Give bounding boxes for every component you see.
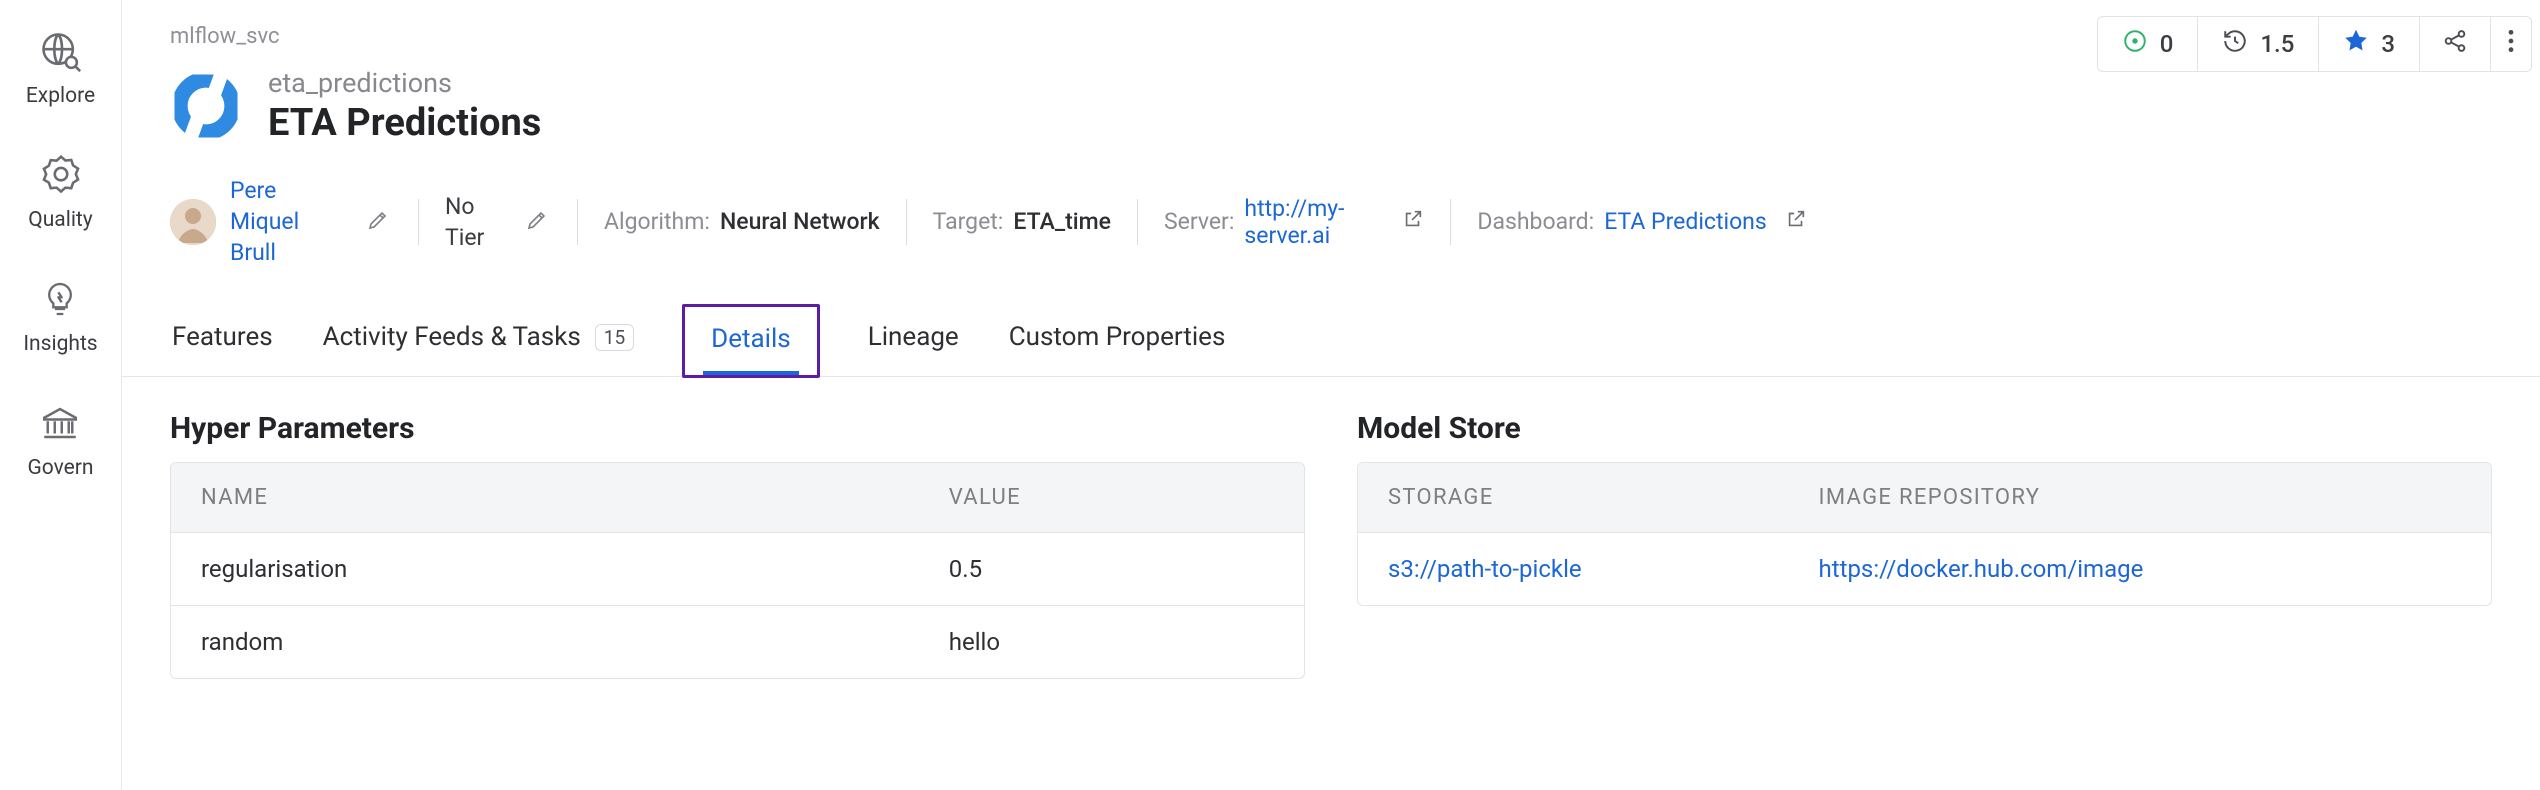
tab-details[interactable]: Details bbox=[682, 304, 820, 378]
col-header-name: NAME bbox=[171, 463, 919, 532]
stat-value: 3 bbox=[2381, 30, 2395, 58]
stat-issues[interactable]: 0 bbox=[2098, 17, 2199, 71]
pencil-icon bbox=[366, 208, 390, 236]
field-label: Server: bbox=[1164, 208, 1234, 235]
algorithm-field: Algorithm: Neural Network bbox=[604, 208, 880, 235]
entity-slug: eta_predictions bbox=[268, 67, 541, 99]
field-label: Dashboard: bbox=[1477, 208, 1594, 235]
page-title: ETA Predictions bbox=[268, 101, 541, 145]
divider bbox=[1450, 199, 1451, 245]
more-menu-button[interactable] bbox=[2491, 17, 2531, 71]
storage-link[interactable]: s3://path-to-pickle bbox=[1388, 555, 1582, 583]
model-store-table: STORAGE IMAGE REPOSITORY s3://path-to-pi… bbox=[1357, 462, 2492, 606]
server-field: Server: http://my-server.ai bbox=[1164, 195, 1424, 249]
stat-stars[interactable]: 3 bbox=[2319, 17, 2420, 71]
param-name: regularisation bbox=[171, 533, 919, 605]
sidebar-item-label: Govern bbox=[27, 456, 93, 480]
tab-label: Details bbox=[711, 324, 791, 354]
hyper-parameters-table: NAME VALUE regularisation 0.5 random hel… bbox=[170, 462, 1305, 679]
stat-value: 1.5 bbox=[2260, 30, 2294, 58]
edit-owner-button[interactable] bbox=[364, 208, 392, 236]
target-field: Target: ETA_time bbox=[933, 208, 1111, 235]
hyper-parameters-panel: Hyper Parameters NAME VALUE regularisati… bbox=[170, 411, 1305, 679]
tab-label: Features bbox=[172, 322, 273, 352]
owner-link[interactable]: Pere Miquel Brull bbox=[230, 175, 350, 268]
sidebar-item-explore[interactable]: Explore bbox=[26, 28, 95, 108]
table-row: random hello bbox=[171, 605, 1304, 678]
bulb-icon bbox=[37, 276, 83, 322]
globe-search-icon bbox=[37, 28, 83, 74]
tab-lineage[interactable]: Lineage bbox=[866, 302, 961, 376]
sidebar-item-label: Quality bbox=[28, 208, 92, 232]
stat-value: 0 bbox=[2160, 30, 2174, 58]
server-link[interactable]: http://my-server.ai bbox=[1244, 195, 1384, 249]
param-value: hello bbox=[919, 606, 1304, 678]
open-server-button[interactable] bbox=[1402, 208, 1424, 236]
tier-value: No Tier bbox=[445, 191, 509, 253]
pencil-icon bbox=[525, 208, 549, 236]
col-header-storage: STORAGE bbox=[1358, 463, 1789, 532]
bank-icon bbox=[37, 400, 83, 446]
sidebar-item-govern[interactable]: Govern bbox=[27, 400, 93, 480]
external-link-icon bbox=[1402, 208, 1424, 236]
share-button[interactable] bbox=[2420, 17, 2491, 71]
kebab-icon bbox=[2507, 28, 2515, 60]
model-logo-icon bbox=[170, 70, 242, 142]
param-name: random bbox=[171, 606, 919, 678]
panel-title: Hyper Parameters bbox=[170, 411, 1305, 446]
field-label: Algorithm: bbox=[604, 208, 710, 235]
field-label: Target: bbox=[933, 208, 1004, 235]
share-icon bbox=[2442, 28, 2468, 60]
table-row: regularisation 0.5 bbox=[171, 532, 1304, 605]
tab-activity[interactable]: Activity Feeds & Tasks 15 bbox=[321, 302, 637, 376]
col-header-repo: IMAGE REPOSITORY bbox=[1789, 463, 2491, 532]
main-content: 0 1.5 3 bbox=[122, 0, 2540, 790]
stat-bar: 0 1.5 3 bbox=[2097, 16, 2532, 72]
divider bbox=[577, 199, 578, 245]
sidebar-item-insights[interactable]: Insights bbox=[23, 276, 97, 356]
tabs: Features Activity Feeds & Tasks 15 Detai… bbox=[122, 302, 2540, 377]
target-icon bbox=[2122, 28, 2148, 60]
dashboard-link[interactable]: ETA Predictions bbox=[1604, 208, 1767, 235]
open-dashboard-button[interactable] bbox=[1785, 208, 1807, 236]
field-value: Neural Network bbox=[720, 208, 880, 235]
table-row: s3://path-to-pickle https://docker.hub.c… bbox=[1358, 532, 2491, 605]
tab-features[interactable]: Features bbox=[170, 302, 275, 376]
tab-badge: 15 bbox=[595, 324, 634, 351]
field-value: ETA_time bbox=[1013, 208, 1111, 235]
sidebar-item-label: Explore bbox=[26, 84, 95, 108]
param-value: 0.5 bbox=[919, 533, 1304, 605]
divider bbox=[906, 199, 907, 245]
col-header-value: VALUE bbox=[919, 463, 1304, 532]
model-store-panel: Model Store STORAGE IMAGE REPOSITORY s3:… bbox=[1357, 411, 2492, 679]
sidebar-item-label: Insights bbox=[23, 332, 97, 356]
repo-link[interactable]: https://docker.hub.com/image bbox=[1819, 555, 2144, 583]
history-icon bbox=[2222, 28, 2248, 60]
edit-tier-button[interactable] bbox=[523, 208, 551, 236]
sidebar: Explore Quality Insights bbox=[0, 0, 122, 790]
sidebar-item-quality[interactable]: Quality bbox=[28, 152, 92, 232]
dashboard-field: Dashboard: ETA Predictions bbox=[1477, 208, 1806, 236]
divider bbox=[1137, 199, 1138, 245]
star-icon bbox=[2343, 28, 2369, 60]
panel-title: Model Store bbox=[1357, 411, 2492, 446]
owner-avatar[interactable] bbox=[170, 199, 216, 245]
tab-label: Activity Feeds & Tasks bbox=[323, 322, 581, 352]
divider bbox=[418, 199, 419, 245]
stat-recent[interactable]: 1.5 bbox=[2198, 17, 2319, 71]
tab-label: Custom Properties bbox=[1009, 322, 1226, 352]
tab-custom-properties[interactable]: Custom Properties bbox=[1007, 302, 1228, 376]
ribbon-icon bbox=[38, 152, 84, 198]
tab-label: Lineage bbox=[868, 322, 959, 352]
external-link-icon bbox=[1785, 208, 1807, 236]
